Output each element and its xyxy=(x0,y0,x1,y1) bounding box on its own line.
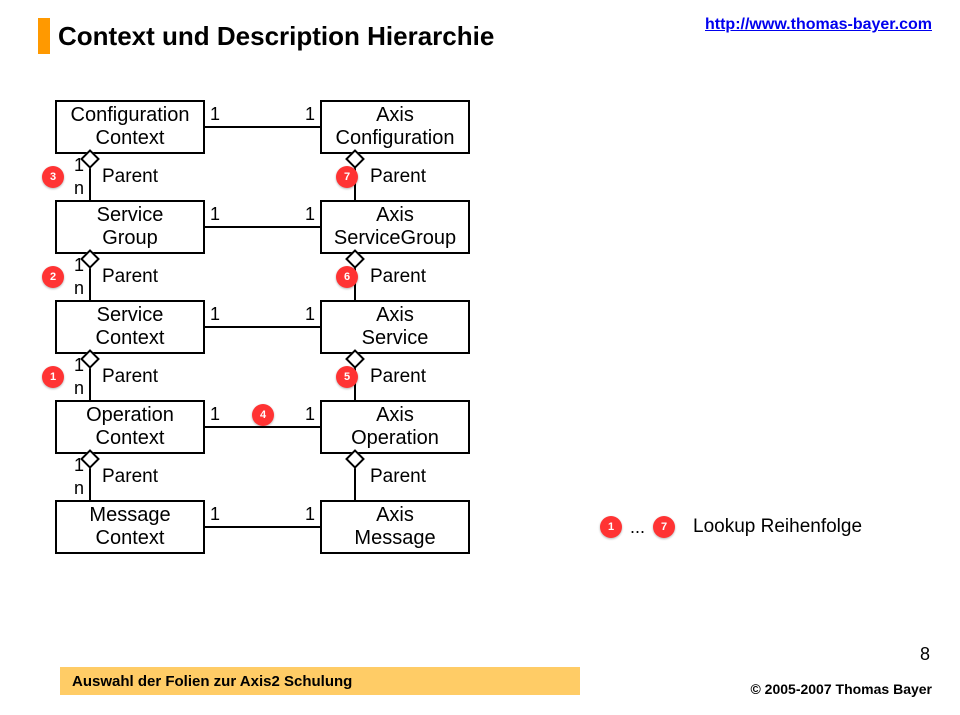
box-line2: Configuration xyxy=(336,127,455,150)
box-line1: Configuration xyxy=(71,104,190,127)
lookup-to-circle: 7 xyxy=(653,516,675,538)
box-axis-service: Axis Service xyxy=(320,300,470,354)
box-line2: Group xyxy=(102,227,158,250)
box-operation-context: Operation Context xyxy=(55,400,205,454)
mult-1: 1 xyxy=(305,304,315,325)
lookup-step-4: 4 xyxy=(252,404,274,426)
box-line1: Axis xyxy=(376,504,414,527)
footer-subtitle: Auswahl der Folien zur Axis2 Schulung xyxy=(72,673,352,690)
lookup-from-circle: 1 xyxy=(600,516,622,538)
box-line2: ServiceGroup xyxy=(334,227,456,250)
mult-n: n xyxy=(74,278,84,299)
box-line2: Context xyxy=(96,527,165,550)
box-line1: Axis xyxy=(376,204,414,227)
hlink-3 xyxy=(205,426,320,428)
box-line2: Message xyxy=(354,527,435,550)
label-parent: Parent xyxy=(102,166,158,188)
lookup-step-1: 1 xyxy=(42,366,64,388)
box-axis-servicegroup: Axis ServiceGroup xyxy=(320,200,470,254)
box-line1: Service xyxy=(97,204,164,227)
lookup-step-2: 2 xyxy=(42,266,64,288)
lookup-label: Lookup Reihenfolge xyxy=(693,516,862,538)
box-message-context: Message Context xyxy=(55,500,205,554)
box-line1: Axis xyxy=(376,404,414,427)
box-configuration-context: Configuration Context xyxy=(55,100,205,154)
mult-1: 1 xyxy=(210,304,220,325)
mult-1: 1 xyxy=(210,104,220,125)
footer-subtitle-bar: Auswahl der Folien zur Axis2 Schulung xyxy=(60,667,580,695)
mult-1: 1 xyxy=(210,404,220,425)
diagram-stage: Configuration Context Service Group Serv… xyxy=(0,0,960,715)
mult-n: n xyxy=(74,378,84,399)
lookup-dots: ... xyxy=(630,517,645,538)
lookup-step-3: 3 xyxy=(42,166,64,188)
hlink-2 xyxy=(205,326,320,328)
label-parent: Parent xyxy=(370,466,426,488)
box-service-context: Service Context xyxy=(55,300,205,354)
lookup-step-6: 6 xyxy=(336,266,358,288)
box-line1: Axis xyxy=(376,304,414,327)
footer-copyright: © 2005-2007 Thomas Bayer xyxy=(750,681,932,697)
box-line1: Message xyxy=(89,504,170,527)
mult-1: 1 xyxy=(305,504,315,525)
lookup-step-5: 5 xyxy=(336,366,358,388)
mult-1: 1 xyxy=(74,155,84,176)
mult-1: 1 xyxy=(210,504,220,525)
mult-1: 1 xyxy=(210,204,220,225)
hlink-4 xyxy=(205,526,320,528)
label-parent: Parent xyxy=(370,366,426,388)
hlink-0 xyxy=(205,126,320,128)
mult-n: n xyxy=(74,178,84,199)
box-line2: Service xyxy=(362,327,429,350)
hlink-1 xyxy=(205,226,320,228)
box-line2: Context xyxy=(96,327,165,350)
lookup-step-7: 7 xyxy=(336,166,358,188)
page-number: 8 xyxy=(920,644,930,665)
mult-1: 1 xyxy=(305,404,315,425)
label-parent: Parent xyxy=(102,366,158,388)
box-axis-operation: Axis Operation xyxy=(320,400,470,454)
label-parent: Parent xyxy=(102,266,158,288)
box-line2: Operation xyxy=(351,427,439,450)
box-service-group: Service Group xyxy=(55,200,205,254)
mult-n: n xyxy=(74,478,84,499)
mult-1: 1 xyxy=(74,355,84,376)
lookup-legend: 1 ... 7 Lookup Reihenfolge xyxy=(600,516,862,538)
box-axis-message: Axis Message xyxy=(320,500,470,554)
mult-1: 1 xyxy=(305,104,315,125)
mult-1: 1 xyxy=(305,204,315,225)
box-line1: Service xyxy=(97,304,164,327)
box-line1: Axis xyxy=(376,104,414,127)
label-parent: Parent xyxy=(370,166,426,188)
label-parent: Parent xyxy=(370,266,426,288)
box-line2: Context xyxy=(96,427,165,450)
mult-1: 1 xyxy=(74,455,84,476)
box-line2: Context xyxy=(96,127,165,150)
label-parent: Parent xyxy=(102,466,158,488)
box-axis-configuration: Axis Configuration xyxy=(320,100,470,154)
box-line1: Operation xyxy=(86,404,174,427)
mult-1: 1 xyxy=(74,255,84,276)
